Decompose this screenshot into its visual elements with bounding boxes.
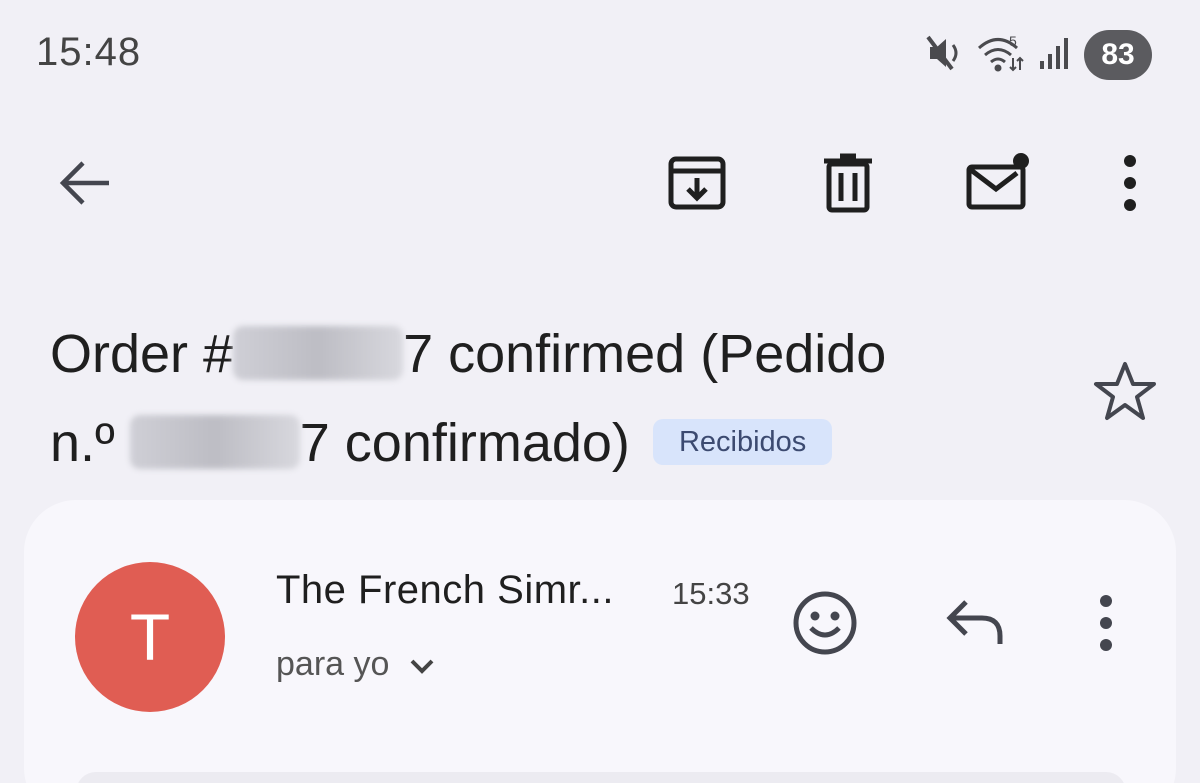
signal-icon (1038, 35, 1072, 76)
email-toolbar (0, 130, 1200, 240)
reply-button[interactable] (939, 588, 1013, 662)
delete-button[interactable] (813, 150, 883, 220)
subject-text: n.º (50, 413, 130, 473)
status-time: 15:48 (36, 30, 142, 74)
back-button[interactable] (50, 150, 120, 220)
sender-name[interactable]: The French Simr... (276, 568, 614, 613)
more-vert-icon (1120, 154, 1140, 216)
mute-icon (926, 33, 964, 78)
emoji-react-icon (792, 590, 858, 661)
message-body-preview (76, 772, 1126, 783)
message-card: T The French Simr... 15:33 para yo (24, 500, 1176, 783)
back-arrow-icon (57, 159, 113, 212)
mark-unread-button[interactable] (963, 150, 1033, 220)
star-icon (1093, 360, 1157, 427)
mark-unread-icon (965, 152, 1031, 218)
star-button[interactable] (1090, 358, 1160, 428)
reply-icon (944, 598, 1008, 653)
recipient-label: para yo (276, 645, 390, 683)
wifi-icon: 5 (976, 32, 1026, 79)
message-time: 15:33 (672, 576, 750, 611)
status-bar: 15:48 5 83 (0, 0, 1200, 110)
chevron-down-icon (409, 645, 435, 684)
archive-icon (667, 153, 727, 218)
more-options-button[interactable] (1095, 150, 1165, 220)
subject-text: 7 confirmado) (299, 413, 630, 473)
redacted-order-number (129, 415, 300, 469)
subject-text: 7 confirmed (Pedido (403, 324, 887, 384)
battery-icon: 83 (1084, 30, 1152, 80)
status-icons: 5 83 (926, 28, 1152, 82)
recipient-details-toggle[interactable]: para yo (276, 645, 435, 684)
more-vert-icon (1096, 594, 1116, 656)
delete-icon (822, 153, 874, 218)
archive-button[interactable] (662, 150, 732, 220)
inbox-label-chip[interactable]: Recibidos (652, 419, 833, 465)
message-more-button[interactable] (1069, 588, 1143, 662)
redacted-order-number (233, 326, 404, 380)
svg-text:5: 5 (1009, 33, 1017, 49)
subject-text: Order # (50, 324, 234, 384)
email-subject: Order # 7 confirmed (Pedido n.º 7 confirm… (50, 310, 1050, 488)
add-reaction-button[interactable] (788, 588, 862, 662)
avatar[interactable]: T (75, 562, 225, 712)
